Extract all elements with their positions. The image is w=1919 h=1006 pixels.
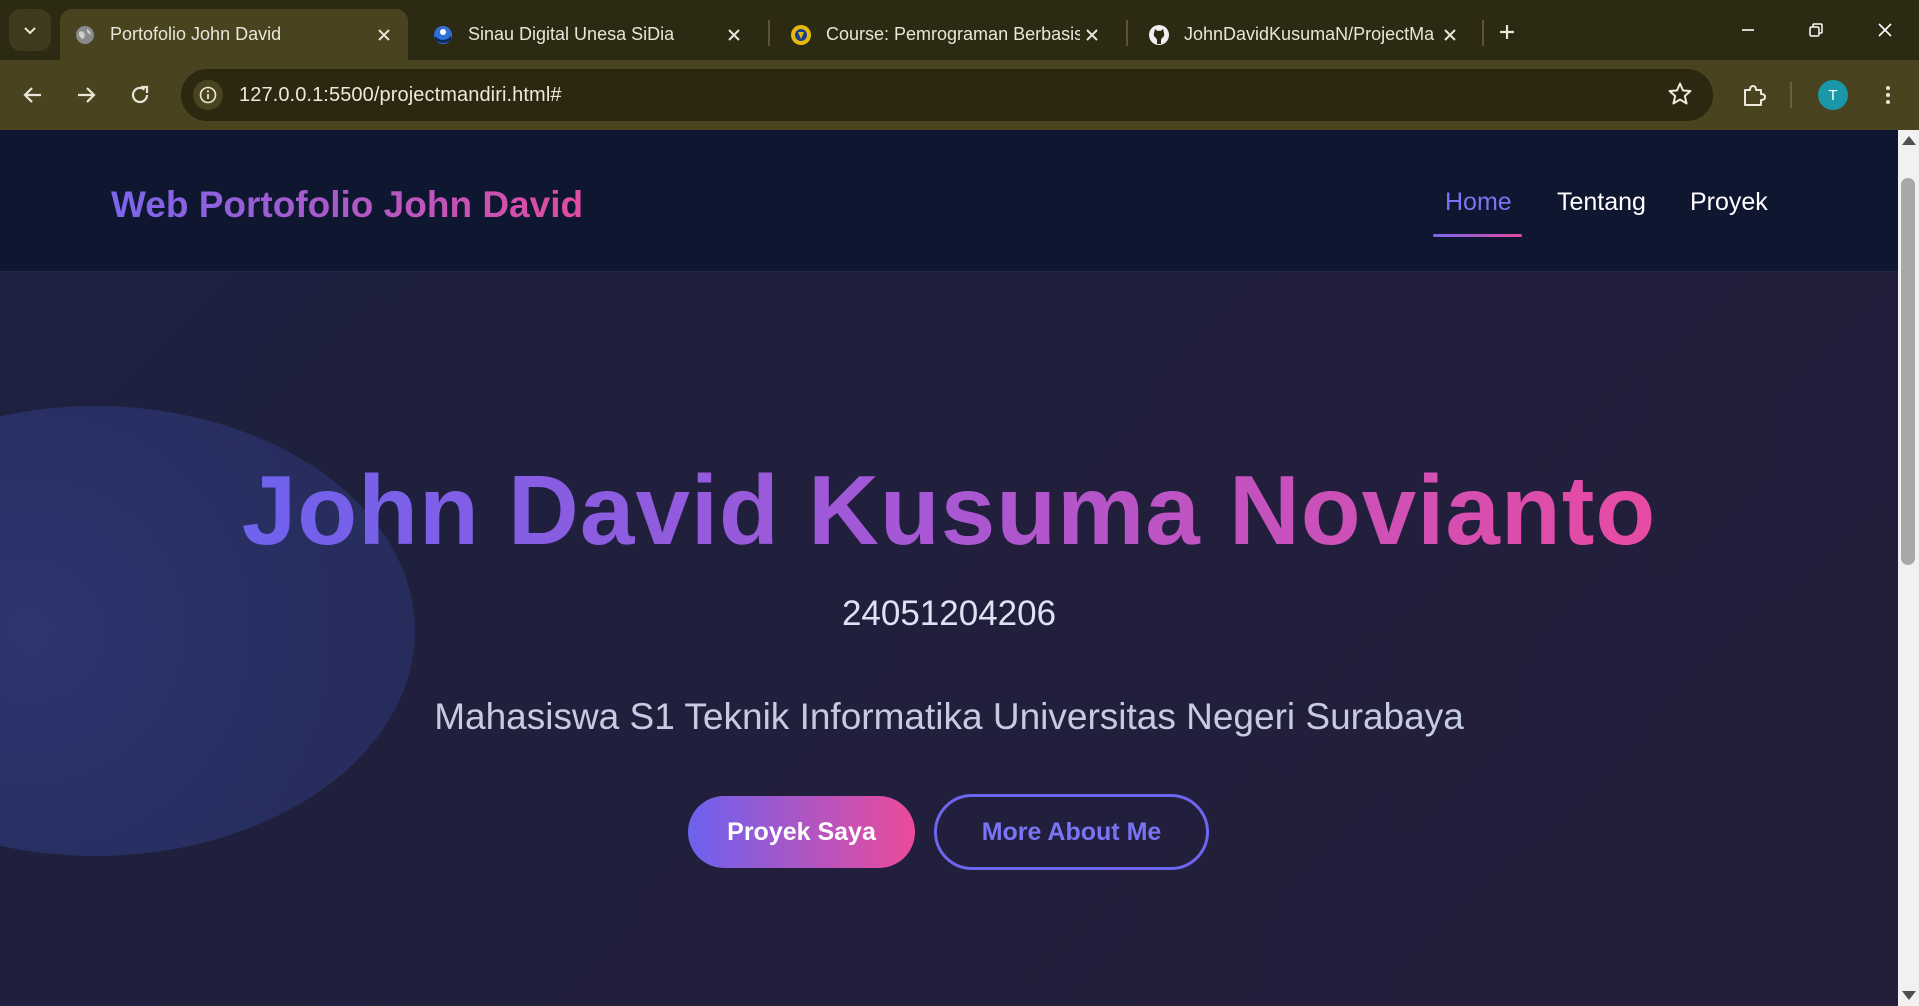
scroll-down-arrow-icon[interactable] [1902, 991, 1916, 1000]
minimize-button[interactable] [1725, 12, 1771, 48]
tab-course[interactable]: Course: Pemrograman Berbasis [776, 9, 1116, 60]
sidia-icon [432, 24, 454, 46]
close-tab-icon[interactable] [722, 23, 746, 47]
restore-icon [1809, 23, 1823, 37]
new-tab-button[interactable] [1490, 15, 1524, 49]
plus-icon [1500, 25, 1514, 39]
hero-nim: 24051204206 [841, 594, 1057, 633]
puzzle-icon [1744, 85, 1766, 106]
minimize-icon [1742, 29, 1754, 31]
close-window-button[interactable] [1862, 12, 1908, 48]
tab-title: Portofolio John David [110, 24, 282, 44]
scrollbar-thumb[interactable] [1901, 178, 1915, 565]
restore-button[interactable] [1793, 12, 1839, 48]
browser-tab-bar: Portofolio John David Sinau Digital Unes… [0, 0, 1919, 60]
forward-button[interactable] [68, 77, 104, 113]
page-scrollbar[interactable] [1898, 130, 1919, 1006]
extensions-button[interactable] [1736, 77, 1772, 113]
unesa-icon [790, 24, 812, 46]
more-about-me-button[interactable]: More About Me [934, 794, 1209, 870]
tab-github[interactable]: JohnDavidKusumaN/ProjectMa [1134, 9, 1474, 60]
bookmark-star-icon[interactable] [1667, 81, 1693, 112]
nav-active-underline [1433, 234, 1522, 237]
reload-button[interactable] [122, 77, 158, 113]
github-icon [1148, 24, 1170, 46]
toolbar-separator [1790, 82, 1792, 108]
site-info-icon[interactable] [193, 80, 223, 110]
close-icon [1878, 23, 1892, 37]
tab-portofolio[interactable]: Portofolio John David [60, 9, 408, 60]
tab-separator [1126, 20, 1128, 46]
close-tab-icon[interactable] [1080, 23, 1104, 47]
site-brand[interactable]: Web Portofolio John David [111, 184, 583, 226]
hero-name: John David Kusuma Novianto [0, 454, 1898, 567]
profile-avatar[interactable]: T [1818, 80, 1848, 110]
proyek-saya-button[interactable]: Proyek Saya [688, 796, 915, 868]
nav-link-tentang[interactable]: Tentang [1557, 188, 1646, 217]
arrow-right-icon [78, 87, 96, 103]
scroll-up-arrow-icon[interactable] [1902, 136, 1916, 145]
tab-title: JohnDavidKusumaN/ProjectMa [1184, 24, 1435, 44]
browser-toolbar: 127.0.0.1:5500/projectmandiri.html# [0, 60, 1919, 130]
close-tab-icon[interactable] [1438, 23, 1462, 47]
tab-sidia[interactable]: Sinau Digital Unesa SiDia [418, 9, 758, 60]
tab-separator [768, 20, 770, 46]
more-vertical-icon [1886, 86, 1890, 104]
hero-name-text: John David Kusuma Novianto [241, 455, 1657, 565]
address-bar[interactable]: 127.0.0.1:5500/projectmandiri.html# [181, 69, 1713, 121]
globe-icon [74, 24, 96, 46]
url-text[interactable]: 127.0.0.1:5500/projectmandiri.html# [239, 84, 562, 107]
tab-title: Sinau Digital Unesa SiDia [468, 24, 675, 44]
tab-title: Course: Pemrograman Berbasis [826, 24, 1080, 44]
reload-icon [131, 85, 149, 104]
hero-description: Mahasiswa S1 Teknik Informatika Universi… [434, 696, 1464, 737]
nav-link-proyek[interactable]: Proyek [1690, 188, 1768, 217]
site-navbar: Web Portofolio John David Home Tentang P… [0, 130, 1898, 272]
tab-separator [1482, 20, 1484, 46]
menu-button[interactable] [1870, 77, 1906, 113]
tab-search-button[interactable] [9, 9, 51, 51]
nav-link-home[interactable]: Home [1445, 188, 1512, 217]
arrow-left-icon [23, 87, 41, 103]
web-page: Web Portofolio John David Home Tentang P… [0, 130, 1898, 1006]
close-tab-icon[interactable] [372, 23, 396, 47]
back-button[interactable] [15, 77, 51, 113]
chevron-down-icon [24, 27, 36, 35]
